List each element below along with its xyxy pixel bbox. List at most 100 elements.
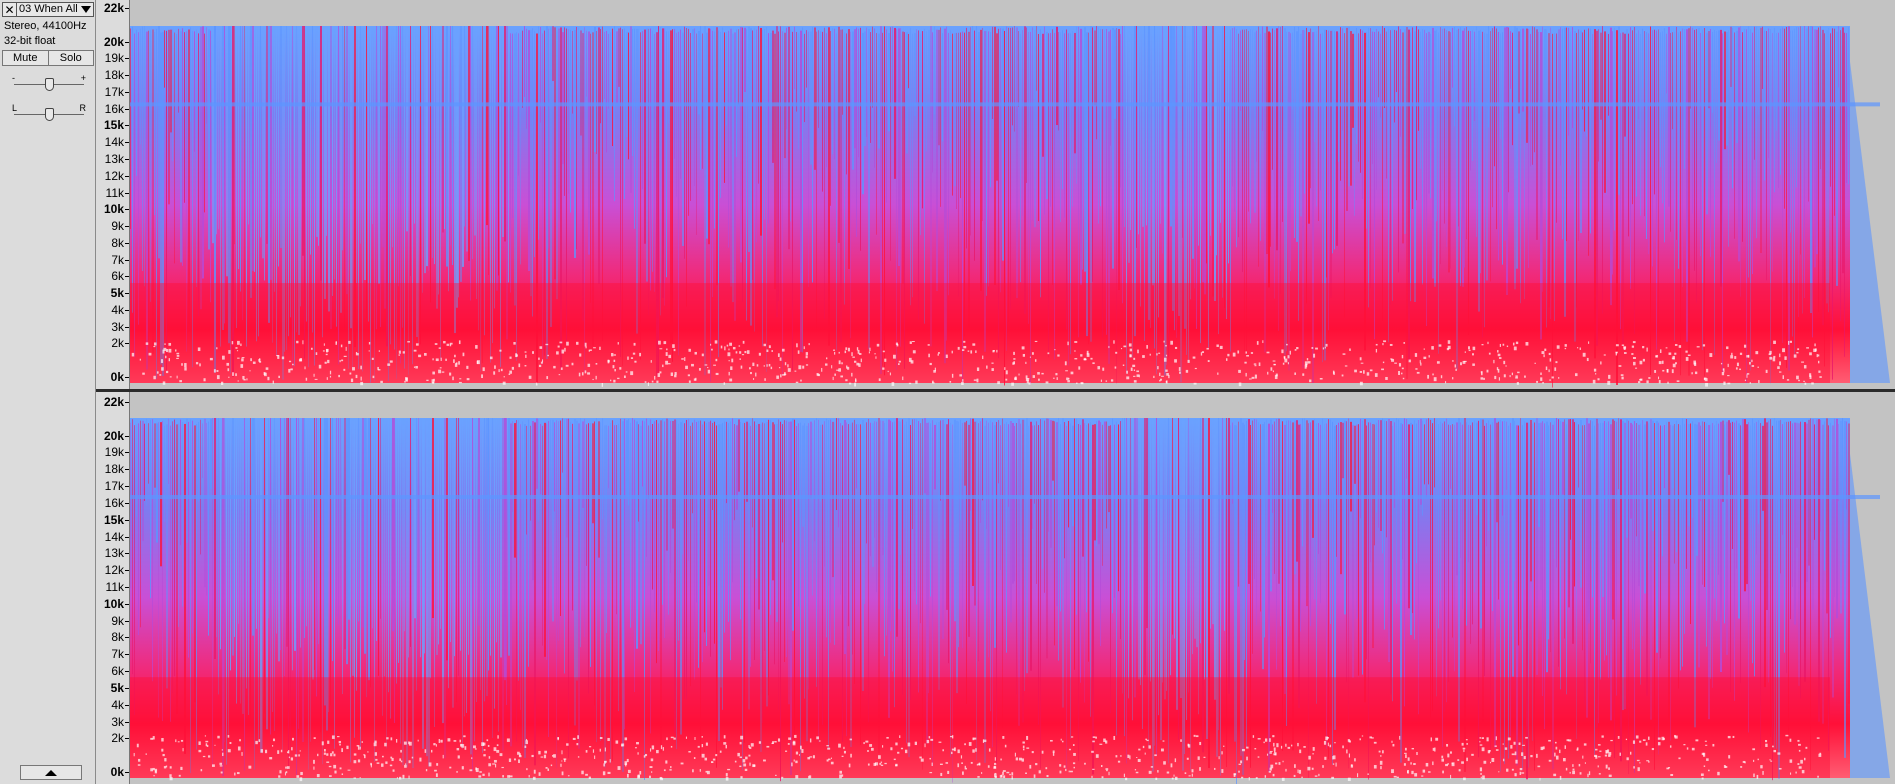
spectrogram-canvas [130,418,1890,784]
pan-left-label: L [12,103,18,113]
ruler-tick-mark [125,91,129,93]
pan-right-label: R [79,103,87,113]
ruler-tick-label: 14k [104,135,124,150]
ruler-tick-label: 3k [111,714,124,729]
ruler-tick-label: 19k [104,51,124,66]
ruler-tick-label: 12k [104,168,124,183]
ruler-tick-label: 11k [105,185,124,200]
ruler-tick-mark [125,772,129,773]
ruler-tick-label: 11k [105,580,124,594]
ruler-tick-label: 10k [103,596,124,611]
ruler-tick-label: 5k [110,286,124,301]
ruler-tick-mark [125,41,129,43]
ruler-tick-mark [125,469,129,471]
gain-slider-thumb[interactable] [45,78,54,91]
close-icon[interactable]: ✕ [2,2,17,17]
ruler-tick-mark [125,687,129,689]
ruler-tick-mark [125,536,129,538]
ruler-tick-label: 7k [111,647,124,662]
ruler-tick-label: 15k [103,512,124,527]
track-control-panel: ✕ 03 When All Stereo, 44100Hz 32-bit flo… [0,0,96,784]
ruler-tick-label: 0k [110,370,124,384]
ruler-tick-mark [125,158,129,160]
spectrogram-16k-line [130,102,1880,107]
ruler-tick-mark [125,293,129,295]
ruler-tick-mark [125,108,129,110]
solo-button[interactable]: Solo [48,50,94,66]
ruler-tick-label: 18k [104,68,124,83]
ruler-tick-mark [125,704,129,706]
ruler-tick-mark [125,276,129,278]
gain-max-label: + [80,73,86,83]
ruler-tick-label: 10k [103,202,124,217]
spectrogram-16k-line [130,495,1880,500]
ruler-tick-mark [125,502,129,504]
ruler-tick-label: 6k [111,269,124,284]
ruler-tick-mark [125,326,129,328]
ruler-tick-label: 17k [104,479,124,494]
collapse-arrow-icon [45,769,57,776]
ruler-tick-mark [125,58,129,60]
frequency-ruler-left: 22k 20k 19k 18k 17k 16k 15k 14k 13k 12k 11k 10k 9k 8k… [96,0,130,389]
ruler-tick-mark [125,553,129,555]
ruler-tick-label: 2k [111,731,124,746]
ruler-tick-label: 19k [104,445,124,460]
ruler-tick-label: 9k [111,219,124,234]
ruler-tick-mark [125,603,129,605]
ruler-tick-label: 7k [111,252,124,267]
ruler-tick-mark [125,75,129,77]
ruler-tick-label: 20k [103,428,124,443]
track-name-menu[interactable]: 03 When All [17,2,94,17]
ruler-tick-label: 13k [104,151,124,166]
ruler-tick-mark [125,343,129,345]
gain-slider[interactable]: - + [12,73,86,94]
ruler-tick-mark [125,452,129,454]
ruler-tick-label: 5k [110,680,124,695]
ruler-tick-label: 8k [111,235,124,250]
ruler-tick-label: 8k [111,630,124,645]
spectrogram-right-channel[interactable] [130,392,1895,784]
track-name: 03 When All [19,3,78,15]
spectrogram-low-band [130,283,1830,383]
ruler-tick-mark [125,637,129,639]
ruler-tick-mark [125,671,129,673]
ruler-tick-mark [125,175,129,177]
ruler-tick-mark [125,738,129,740]
ruler-tick-label: 15k [103,118,124,133]
ruler-tick-label: 12k [104,563,124,578]
ruler-tick-label: 16k [104,495,124,510]
ruler-tick-mark [125,377,129,378]
frequency-ruler-right: 22k 20k 19k 18k 17k 16k 15k 14k 13k 12k 11k 10k 9k 8k… [96,392,130,784]
ruler-tick-label: 3k [111,319,124,334]
ruler-tick-label: 13k [104,546,124,561]
ruler-tick-mark [125,242,129,244]
ruler-tick-mark [125,570,129,572]
mute-button[interactable]: Mute [2,50,49,66]
collapse-button[interactable] [20,765,82,780]
ruler-tick-label: 9k [111,613,124,628]
ruler-tick-mark [125,402,129,403]
ruler-tick-mark [125,259,129,261]
ruler-tick-label: 20k [103,34,124,49]
ruler-tick-mark [125,142,129,144]
ruler-tick-mark [125,8,129,9]
gain-min-label: - [12,73,15,83]
spectrogram-fadeout [1850,61,1890,383]
pan-slider[interactable]: L R [12,103,87,124]
ruler-tick-label: 2k [111,336,124,351]
pan-slider-thumb[interactable] [45,108,54,121]
mute-solo-row: Mute Solo [2,50,94,66]
dropdown-arrow-icon [81,6,91,13]
ruler-tick-label: 18k [104,462,124,477]
ruler-tick-label: 17k [104,84,124,99]
track-format: Stereo, 44100Hz [4,20,87,32]
ruler-tick-label: 14k [104,529,124,544]
ruler-tick-mark [125,125,129,127]
ruler-tick-mark [125,309,129,311]
spectrogram-left-channel[interactable] [130,0,1895,389]
ruler-tick-label: 16k [104,101,124,116]
ruler-tick-mark [125,620,129,622]
ruler-tick-label: 22k [103,395,124,409]
ruler-tick-label: 0k [110,765,124,779]
ruler-tick-mark [125,654,129,656]
